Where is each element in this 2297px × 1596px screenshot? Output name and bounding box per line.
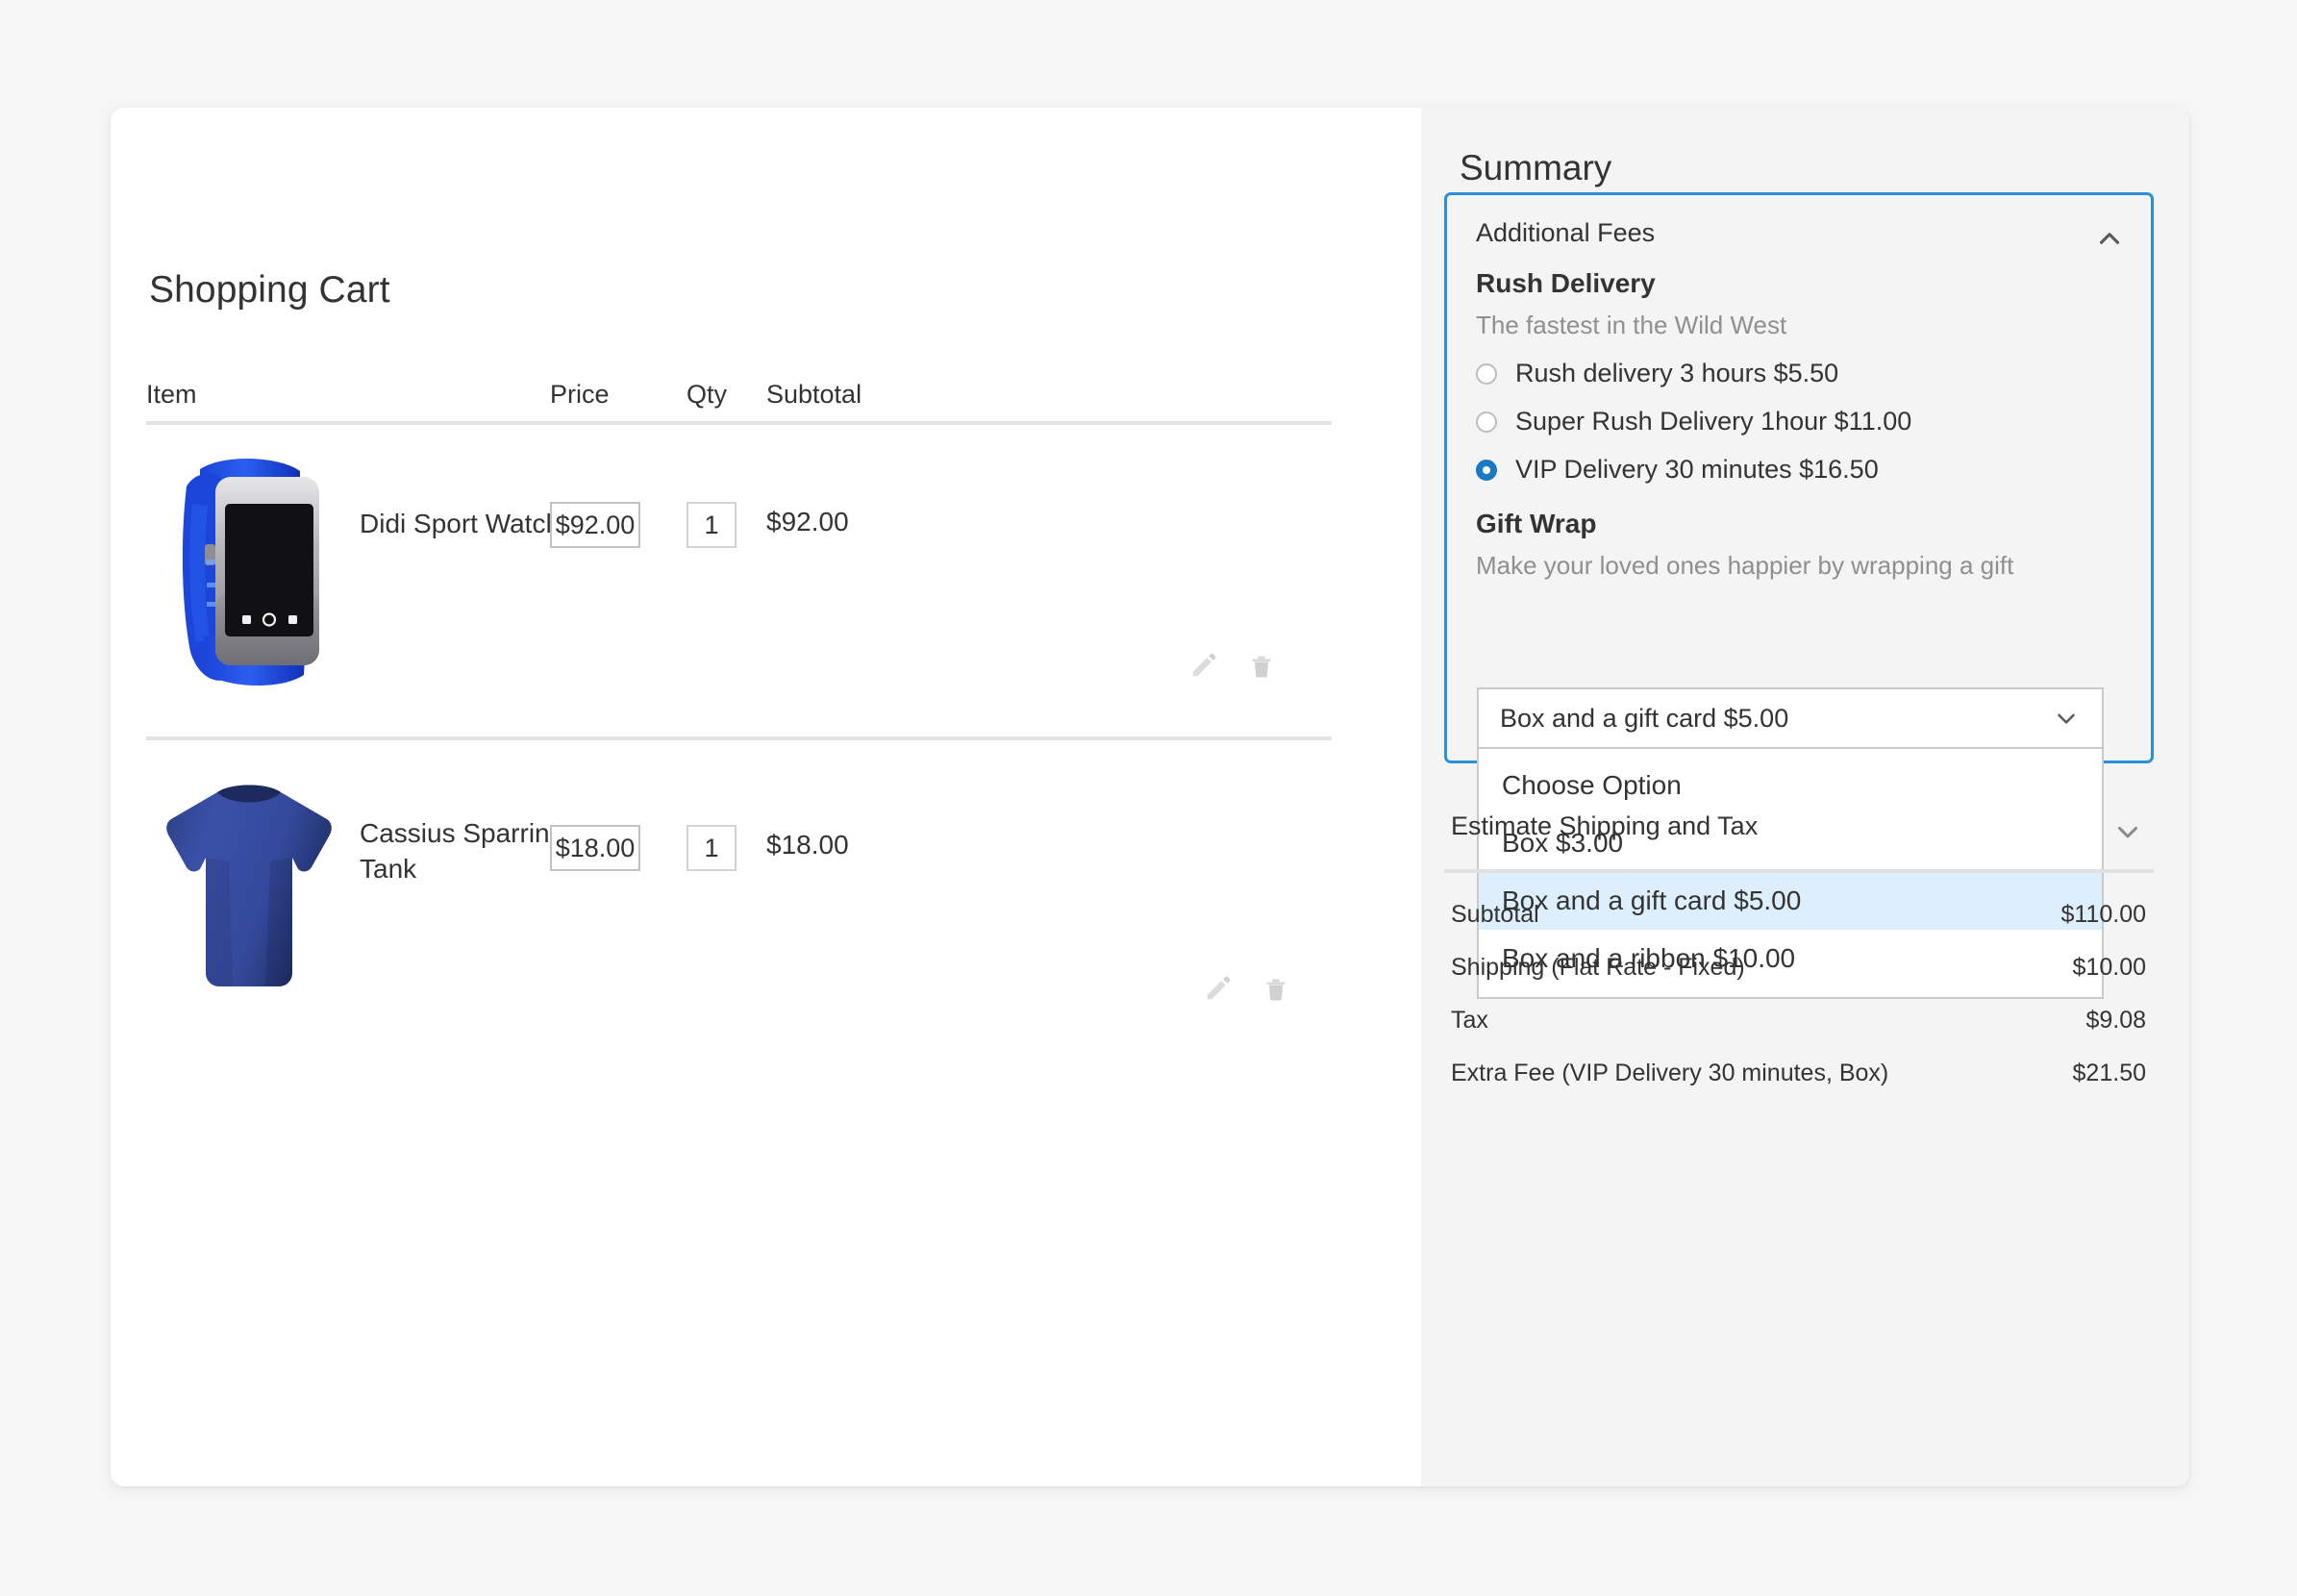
radio-indicator[interactable]: [1476, 362, 1497, 385]
column-header-item: Item: [146, 380, 197, 409]
table-row: Cassius Sparring Tank $18.00 1 $18.00: [146, 740, 1332, 1067]
additional-fees-section: Additional Fees Rush Delivery The fastes…: [1444, 192, 2154, 999]
price-input[interactable]: $92.00: [550, 502, 640, 548]
chevron-up-icon[interactable]: [2093, 222, 2126, 255]
total-label: Tax: [1451, 1007, 1488, 1034]
chevron-down-icon[interactable]: [2052, 704, 2081, 733]
radio-option-vip-30-minutes[interactable]: VIP Delivery 30 minutes $16.50: [1476, 455, 1879, 485]
summary-title: Summary: [1460, 148, 1612, 187]
column-header-qty: Qty: [687, 380, 728, 409]
table-row: Didi Sport Watch $92.00 1 $92.00: [146, 417, 1332, 740]
column-header-subtotal: Subtotal: [766, 380, 862, 409]
pencil-icon[interactable]: [1189, 650, 1218, 681]
gift-wrap-subtitle: Make your loved ones happier by wrapping…: [1476, 551, 2014, 580]
quantity-input[interactable]: 1: [687, 502, 737, 548]
row-subtotal: $92.00: [766, 507, 849, 536]
summary-pane: Summary Additional Fees Rush Delivery Th…: [1421, 108, 2189, 1486]
rush-delivery-title: Rush Delivery: [1476, 268, 1656, 298]
row-action-group: [1189, 650, 1276, 681]
page-title: Shopping Cart: [149, 269, 390, 311]
total-value: $10.00: [2072, 954, 2146, 981]
total-label: Extra Fee (VIP Delivery 30 minutes, Box): [1451, 1060, 1889, 1086]
total-value: $9.08: [2085, 1007, 2146, 1034]
additional-fees-header[interactable]: Additional Fees: [1476, 218, 1655, 248]
radio-option-rush-3-hours[interactable]: Rush delivery 3 hours $5.50: [1476, 359, 1838, 388]
row-action-group: [1204, 973, 1290, 1004]
column-header-price: Price: [550, 380, 610, 409]
radio-option-super-rush-1-hour[interactable]: Super Rush Delivery 1hour $11.00: [1476, 407, 1911, 436]
rush-delivery-subtitle: The fastest in the Wild West: [1476, 311, 1787, 339]
total-row-subtotal: Subtotal $110.00: [1444, 888, 2154, 941]
cart-page-card: Shopping Cart Item Price Qty Subtotal Di…: [111, 108, 2189, 1486]
total-row-extra-fee: Extra Fee (VIP Delivery 30 minutes, Box)…: [1444, 1047, 2154, 1100]
radio-label: VIP Delivery 30 minutes $16.50: [1515, 455, 1879, 484]
trash-icon[interactable]: [1247, 650, 1276, 681]
total-row-tax: Tax $9.08: [1444, 994, 2154, 1047]
product-image-cassius-sparring-tank: [158, 775, 340, 996]
radio-indicator[interactable]: [1476, 459, 1497, 481]
chevron-down-icon[interactable]: [2111, 815, 2144, 848]
summary-divider: [1444, 869, 2154, 873]
product-image-didi-sport-watch: [165, 448, 329, 688]
total-label: Subtotal: [1451, 901, 1539, 928]
gift-wrap-title: Gift Wrap: [1476, 509, 1597, 538]
total-label: Shipping (Flat Rate - Fixed): [1451, 954, 1745, 981]
radio-label: Rush delivery 3 hours $5.50: [1515, 359, 1839, 387]
trash-icon[interactable]: [1261, 973, 1290, 1004]
estimate-shipping-label: Estimate Shipping and Tax: [1451, 811, 1759, 840]
cart-table-header: Item Price Qty Subtotal: [146, 360, 1332, 425]
total-value: $21.50: [2072, 1060, 2146, 1086]
shopping-cart-pane: Shopping Cart Item Price Qty Subtotal Di…: [111, 108, 1421, 1486]
gift-wrap-select-value: Box and a gift card $5.00: [1500, 703, 1789, 733]
row-subtotal: $18.00: [766, 830, 849, 860]
gift-wrap-select[interactable]: Box and a gift card $5.00: [1477, 687, 2104, 749]
cart-table: Item Price Qty Subtotal Didi Sport Watch…: [146, 360, 1332, 1067]
total-row-shipping: Shipping (Flat Rate - Fixed) $10.00: [1444, 941, 2154, 994]
order-totals: Subtotal $110.00 Shipping (Flat Rate - F…: [1444, 888, 2154, 1100]
quantity-input[interactable]: 1: [687, 825, 737, 871]
price-input[interactable]: $18.00: [550, 825, 640, 871]
total-value: $110.00: [2060, 901, 2146, 928]
pencil-icon[interactable]: [1204, 973, 1233, 1004]
radio-indicator[interactable]: [1476, 411, 1497, 433]
page-root: Shopping Cart Item Price Qty Subtotal Di…: [0, 0, 2297, 1596]
estimate-shipping-section[interactable]: Estimate Shipping and Tax: [1444, 794, 2154, 865]
radio-label: Super Rush Delivery 1hour $11.00: [1515, 407, 1912, 436]
